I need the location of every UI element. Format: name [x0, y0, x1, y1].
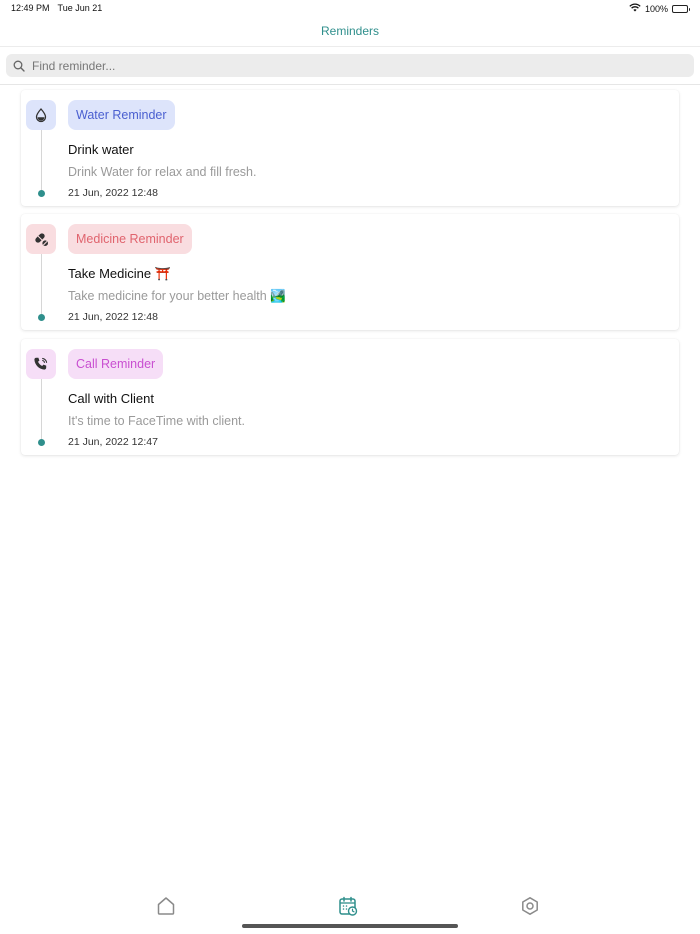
reminder-card-water[interactable]: Water Reminder Drink water Drink Water f… — [21, 90, 679, 206]
search-icon — [12, 59, 26, 73]
search-bar[interactable] — [6, 54, 694, 77]
reminder-description: Drink Water for relax and fill fresh. — [68, 165, 257, 179]
phone-call-icon — [34, 357, 48, 370]
reminder-icon-box — [26, 100, 56, 130]
water-drop-icon — [35, 108, 47, 123]
timeline-line — [41, 379, 42, 439]
timeline-line — [41, 130, 42, 190]
home-icon — [157, 897, 175, 915]
reminder-description: It's time to FaceTime with client. — [68, 414, 245, 428]
reminder-card-call[interactable]: Call Reminder Call with Client It's time… — [21, 339, 679, 455]
battery-icon — [672, 4, 690, 13]
search-input[interactable] — [32, 58, 672, 73]
settings-hexagon-icon — [522, 897, 538, 915]
tab-bar — [0, 890, 700, 924]
reminder-date: 21 Jun, 2022 12:47 — [68, 436, 158, 448]
reminder-category-tag: Medicine Reminder — [68, 224, 192, 254]
reminder-date: 21 Jun, 2022 12:48 — [68, 311, 158, 323]
status-time: 12:49 PM — [11, 3, 50, 13]
status-date: Tue Jun 21 — [57, 3, 103, 13]
reminder-title: Call with Client — [68, 391, 154, 406]
home-indicator — [242, 924, 458, 928]
timeline-dot — [38, 190, 45, 197]
reminder-icon-box — [26, 349, 56, 379]
reminder-title: Drink water — [68, 142, 134, 157]
tab-settings[interactable] — [518, 894, 542, 918]
pill-icon — [35, 233, 48, 246]
reminder-category-tag: Water Reminder — [68, 100, 175, 130]
wifi-icon — [629, 3, 641, 14]
battery-percent: 100% — [644, 3, 668, 14]
status-bar: 12:49 PM Tue Jun 21 100% — [0, 0, 700, 18]
page-title: Reminders — [320, 24, 380, 38]
reminder-description: Take medicine for your better health 🏞️ — [68, 289, 286, 303]
tab-reminders[interactable] — [336, 894, 360, 918]
reminder-category-tag: Call Reminder — [68, 349, 164, 379]
reminder-title: Take Medicine ⛩️ — [68, 266, 171, 281]
calendar-clock-icon — [339, 896, 358, 916]
tab-home[interactable] — [154, 894, 178, 918]
list-divider — [0, 84, 700, 85]
nav-divider — [0, 46, 700, 47]
timeline-dot — [38, 314, 45, 321]
reminder-date: 21 Jun, 2022 12:48 — [68, 187, 158, 199]
reminder-icon-box — [26, 224, 56, 254]
timeline-line — [41, 254, 42, 314]
reminder-card-medicine[interactable]: Medicine Reminder Take Medicine ⛩️ Take … — [21, 214, 679, 330]
timeline-dot — [38, 439, 45, 446]
